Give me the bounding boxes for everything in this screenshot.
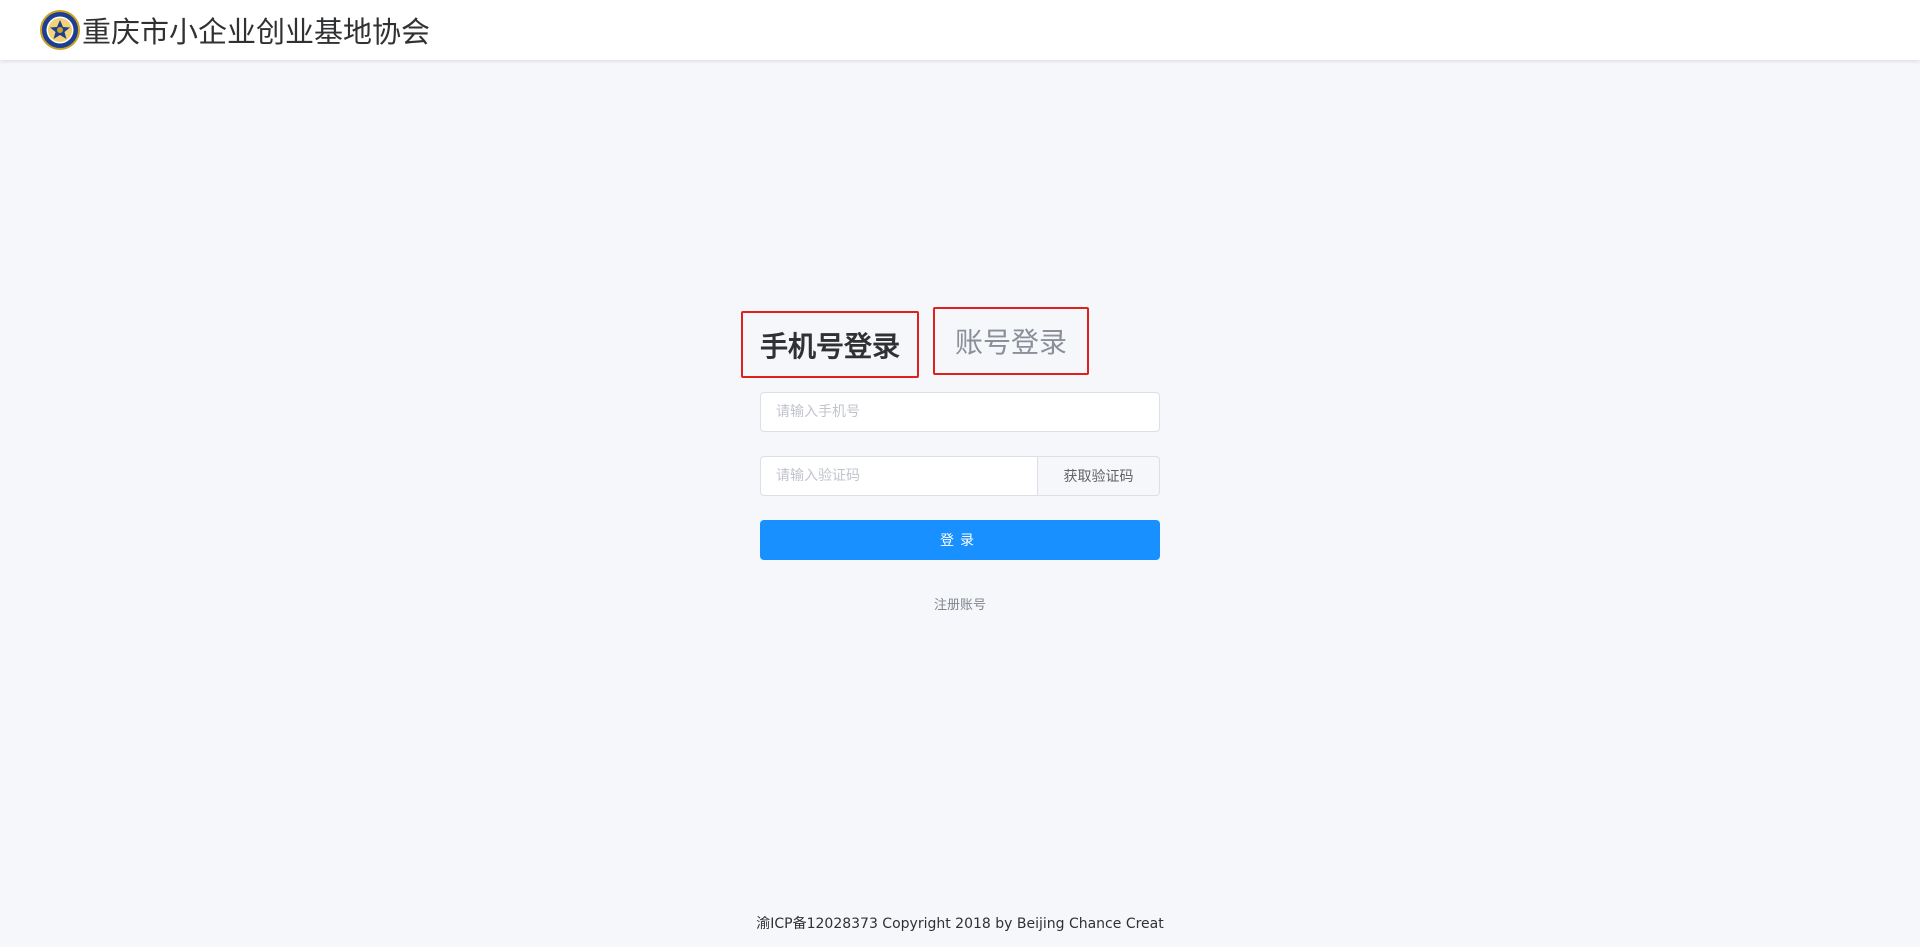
brand[interactable]: 重庆市小企业创业基地协会 [40, 8, 430, 52]
register-link[interactable]: 注册账号 [760, 594, 1160, 613]
tab-account-login[interactable]: 账号登录 [933, 307, 1089, 375]
tab-phone-login[interactable]: 手机号登录 [741, 311, 919, 378]
top-header: 重庆市小企业创业基地协会 [0, 0, 1920, 60]
phone-input[interactable] [760, 392, 1160, 432]
site-title: 重庆市小企业创业基地协会 [82, 15, 431, 49]
verification-code-input[interactable] [760, 456, 1038, 496]
footer-copyright: 渝ICP备12028373 Copyright 2018 by Beijing … [756, 916, 1164, 932]
verification-code-group: 获取验证码 [760, 456, 1160, 496]
get-code-button[interactable]: 获取验证码 [1038, 456, 1160, 496]
association-emblem-icon [40, 10, 80, 50]
login-button[interactable]: 登录 [760, 520, 1160, 560]
